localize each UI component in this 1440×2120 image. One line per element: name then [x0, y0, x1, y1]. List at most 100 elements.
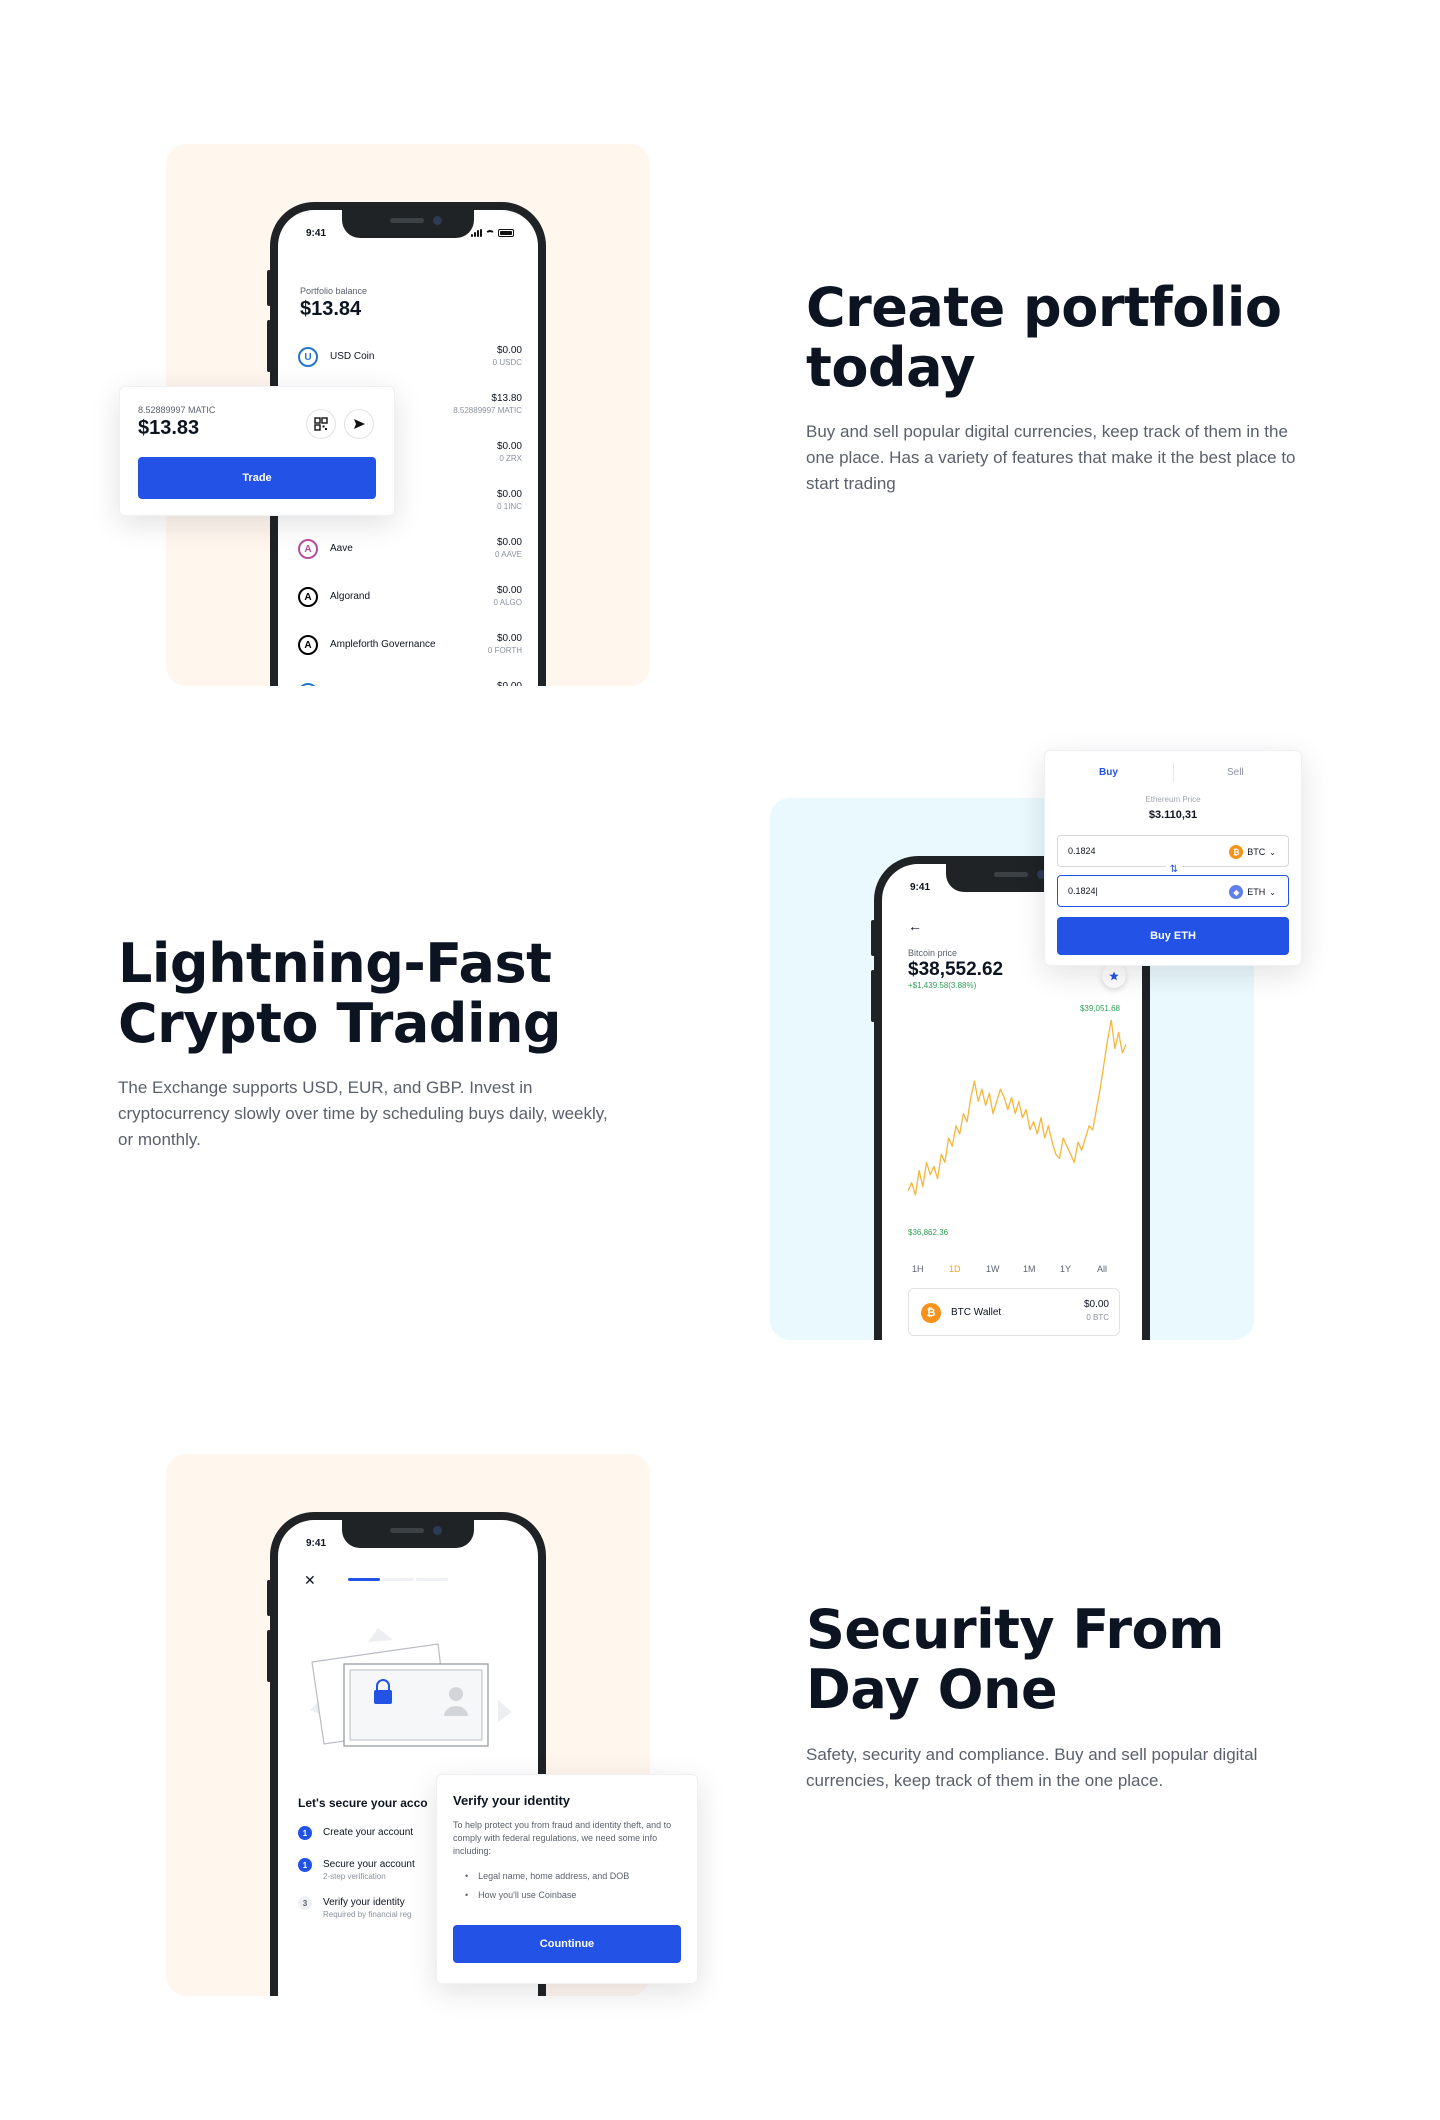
trading-description: The Exchange supports USD, EUR, and GBP.…: [118, 1078, 608, 1149]
timeframe-1m[interactable]: 1M: [1023, 1264, 1036, 1274]
chevron-down-icon: ⌄: [1269, 887, 1276, 897]
from-amount-field[interactable]: 0.1824 ₿ BTC ⌄: [1057, 835, 1289, 867]
bitcoin-price-label: Bitcoin price: [908, 948, 958, 958]
portfolio-title: Create portfolio today: [806, 278, 1366, 398]
qr-code-icon: [314, 417, 328, 431]
chevron-down-icon: ⌄: [1269, 847, 1276, 857]
bitcoin-icon: ₿: [921, 1303, 941, 1323]
trade-card-value: $13.83: [138, 417, 200, 439]
trading-title-line-2: Crypto Trading: [118, 992, 562, 1055]
price-line: [908, 1019, 1127, 1196]
close-icon[interactable]: ✕: [304, 1572, 316, 1589]
star-icon: [1109, 971, 1119, 981]
tab-buy[interactable]: Buy: [1099, 767, 1118, 778]
continue-button[interactable]: Countinue: [453, 1925, 681, 1963]
secure-account-heading: Let's secure your acco: [298, 1796, 428, 1810]
asset-value: $0.00: [496, 633, 522, 644]
chart-high-label: $39,051.68: [1079, 1004, 1120, 1013]
chart-low-label: $36,862.36: [908, 1228, 949, 1237]
btc-wallet-row[interactable]: ₿ BTC Wallet $0.00 0 BTC: [908, 1288, 1120, 1336]
battery-icon: [498, 229, 514, 237]
asset-name: Algorand: [330, 591, 371, 602]
asset-value: $0.00: [496, 585, 522, 596]
asset-row[interactable]: $0.00: [298, 674, 522, 686]
step-subtitle: Required by financial reg: [323, 1910, 412, 1919]
step-title: Secure your account: [323, 1859, 415, 1870]
trade-card-amount: 8.52889997 MATIC: [138, 405, 216, 415]
asset-amount: 0 AAVE: [495, 550, 522, 559]
security-title-line-2: Day One: [806, 1658, 1058, 1721]
qr-code-button[interactable]: [306, 409, 336, 439]
asset-row[interactable]: A Aave $0.00 0 AAVE: [298, 530, 522, 566]
tab-divider: [1173, 763, 1174, 783]
usd-coin-icon: U: [298, 347, 318, 367]
asset-value: $0.00: [497, 681, 522, 686]
verify-identity-card: Verify your identity To help protect you…: [436, 1774, 698, 1984]
tab-sell[interactable]: Sell: [1227, 767, 1244, 778]
asset-value: $0.00: [496, 345, 522, 356]
verify-card-body: To help protect you from fraud and ident…: [453, 1820, 672, 1856]
back-arrow-icon[interactable]: ←: [908, 918, 922, 934]
to-amount-value: 0.1824|: [1068, 886, 1098, 896]
bitcoin-price-value: $38,552.62: [908, 959, 1004, 980]
from-amount-value: 0.1824: [1068, 846, 1096, 856]
verify-bullet: • Legal name, home address, and DOB: [465, 1871, 629, 1881]
to-amount-field[interactable]: 0.1824| ◆ ETH ⌄: [1057, 875, 1289, 907]
bitcoin-price-change: +$1,439.58(3.88%): [908, 981, 977, 990]
asset-amount: 0 FORTH: [487, 646, 522, 655]
bullet-icon: •: [465, 1871, 469, 1881]
timeframe-1w[interactable]: 1W: [986, 1264, 1000, 1274]
send-icon: [354, 419, 365, 429]
asset-name: Ampleforth Governance: [330, 639, 436, 650]
asset-row[interactable]: A Algorand $0.00 0 ALGO: [298, 578, 522, 614]
watchlist-button[interactable]: [1102, 964, 1126, 988]
step-title: Verify your identity: [323, 1897, 405, 1908]
asset-row[interactable]: A Ampleforth Governance $0.00 0 FORTH: [298, 626, 522, 662]
timeframe-all[interactable]: All: [1097, 1264, 1107, 1274]
portfolio-balance-label: Portfolio balance: [300, 286, 368, 296]
asset-row[interactable]: U USD Coin $0.00 0 USDC: [298, 338, 522, 374]
verify-card-title: Verify your identity: [453, 1793, 571, 1808]
asset-amount: 0 ZRX: [499, 454, 522, 463]
ethereum-price-value: $3.110,31: [1148, 809, 1198, 821]
security-title: Security From Day One: [806, 1600, 1366, 1720]
portfolio-balance-value: $13.84: [300, 298, 362, 320]
status-icons: [471, 229, 514, 237]
asset-value: $0.00: [496, 489, 522, 500]
algorand-icon: A: [298, 587, 318, 607]
asset-amount: 8.52889997 MATIC: [453, 406, 522, 415]
portfolio-title-line-2: today: [806, 336, 976, 399]
asset-value: $0.00: [496, 537, 522, 548]
asset-value: $13.80: [491, 393, 522, 404]
step-subtitle: 2-step verification: [323, 1872, 386, 1881]
secure-account-illustration: [310, 1628, 512, 1747]
asset-name: Aave: [330, 543, 353, 554]
progress-step-1: [348, 1578, 380, 1581]
portfolio-description: Buy and sell popular digital currencies,…: [806, 422, 1296, 493]
step-number: 3: [298, 1896, 312, 1910]
ethereum-icon: ◆: [1229, 885, 1244, 899]
to-token-select[interactable]: ◆ ETH ⌄: [1229, 885, 1276, 899]
portfolio-title-line-1: Create portfolio: [806, 276, 1282, 339]
timeframe-1h[interactable]: 1H: [912, 1264, 924, 1274]
forth-icon: A: [298, 635, 318, 655]
from-token-select[interactable]: ₿ BTC ⌄: [1229, 845, 1276, 859]
timeframe-1y[interactable]: 1Y: [1060, 1264, 1071, 1274]
security-title-line-1: Security From: [806, 1598, 1224, 1661]
status-time: 9:41: [306, 1538, 327, 1549]
progress-step-2: [382, 1578, 414, 1581]
step-title: Create your account: [323, 1827, 414, 1838]
security-description: Safety, security and compliance. Buy and…: [806, 1745, 1258, 1790]
buy-eth-button[interactable]: Buy ETH: [1057, 917, 1289, 955]
status-time: 9:41: [910, 882, 931, 893]
aave-icon: A: [298, 539, 318, 559]
asset-name: USD Coin: [330, 351, 375, 362]
send-button[interactable]: [344, 409, 374, 439]
coin-icon: [298, 683, 318, 686]
bitcoin-icon: ₿: [1229, 845, 1244, 859]
verify-bullet-text: Legal name, home address, and DOB: [478, 1871, 630, 1881]
timeframe-1d[interactable]: 1D: [949, 1264, 961, 1274]
status-time: 9:41: [306, 228, 327, 239]
trade-button[interactable]: Trade: [138, 457, 376, 499]
from-token-label: BTC: [1247, 847, 1266, 857]
